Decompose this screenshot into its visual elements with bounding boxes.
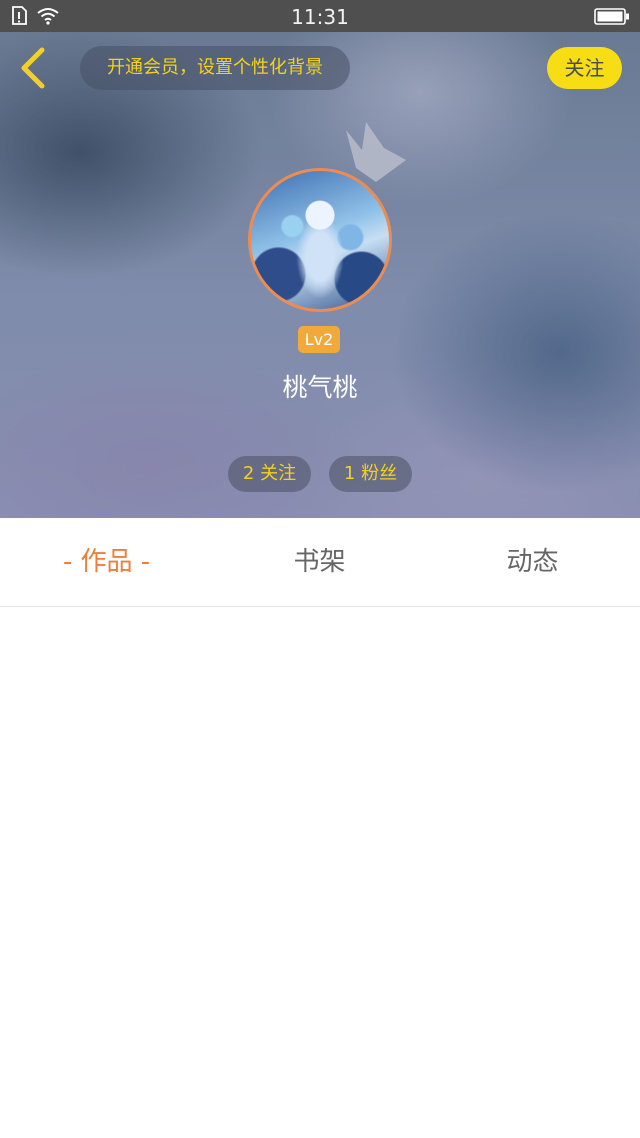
vip-background-banner[interactable]: 开通会员，设置个性化背景 [80, 46, 350, 90]
level-badge: Lv2 [298, 326, 340, 353]
tab-activity[interactable]: 动态 [426, 518, 639, 606]
chevron-left-icon [21, 47, 45, 89]
avatar[interactable] [248, 168, 392, 312]
works-content-area [0, 607, 640, 1138]
username: 桃气桃 [282, 373, 358, 402]
tab-works[interactable]: - 作品 - [0, 518, 213, 606]
back-button[interactable] [14, 46, 54, 90]
status-time: 11:31 [291, 5, 349, 29]
battery-icon [594, 8, 630, 30]
tab-bookshelf[interactable]: 书架 [213, 518, 426, 606]
profile-tabs: - 作品 - 书架 动态 [0, 518, 640, 607]
following-count-button[interactable]: 2 关注 [228, 456, 311, 492]
fans-count-button[interactable]: 1 粉丝 [329, 456, 412, 492]
profile-header: 开通会员，设置个性化背景 关注 Lv2 桃气桃 2 关注 1 粉丝 [0, 32, 640, 518]
status-bar: 11:31 [0, 0, 640, 32]
follow-button[interactable]: 关注 [547, 47, 622, 89]
